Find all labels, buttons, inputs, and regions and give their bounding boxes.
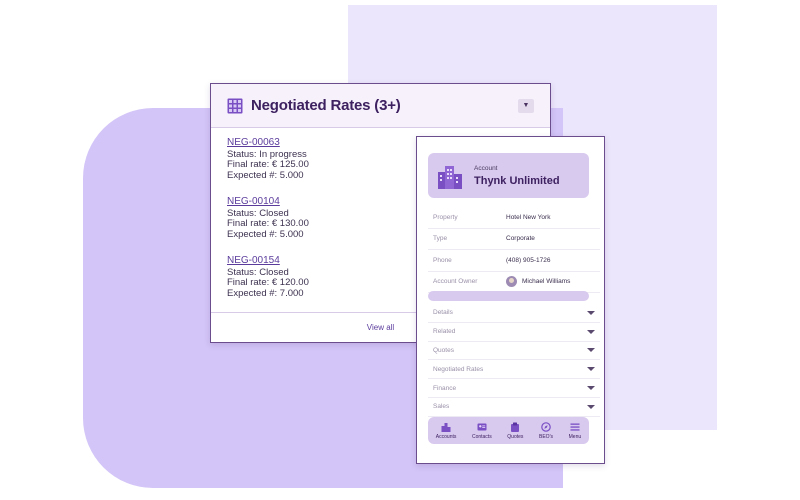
- account-name: Thynk Unlimited: [474, 174, 560, 187]
- chevron-down-icon[interactable]: ▼: [518, 98, 534, 113]
- section-label: Details: [433, 309, 453, 317]
- section-label: Finance: [433, 384, 457, 392]
- rate-link[interactable]: NEG-00104: [227, 196, 280, 208]
- account-sections: Details Related Quotes Negotiated Rates …: [428, 304, 600, 417]
- field-account-owner: Account Owner Michael Williams: [428, 272, 600, 293]
- field-label: Phone: [433, 256, 452, 264]
- buildings-icon: [436, 162, 464, 190]
- owner-name: Michael Williams: [522, 278, 571, 286]
- nav-accounts[interactable]: Accounts: [435, 422, 457, 440]
- nav-menu[interactable]: Menu: [568, 422, 582, 440]
- account-fields: Property Hotel New York Type Corporate P…: [428, 207, 600, 293]
- hamburger-menu-icon: [570, 423, 580, 431]
- nav-label: Contacts: [471, 433, 492, 440]
- buildings-icon: [441, 422, 451, 432]
- section-finance[interactable]: Finance: [428, 379, 600, 398]
- field-value[interactable]: (408) 905-1726: [506, 257, 550, 264]
- caret-down-icon: [587, 404, 595, 409]
- rates-header: Negotiated Rates (3+) ▼: [211, 84, 550, 128]
- rate-link[interactable]: NEG-00154: [227, 255, 280, 267]
- quotes-icon: [511, 422, 520, 432]
- caret-down-icon: [587, 310, 595, 315]
- nav-contacts[interactable]: Contacts: [472, 422, 492, 440]
- field-label: Type: [433, 235, 448, 243]
- nav-label: Accounts: [435, 433, 457, 440]
- section-label: Sales: [433, 403, 450, 411]
- compass-icon: [541, 421, 551, 432]
- field-type: Type Corporate: [428, 229, 600, 250]
- field-label: Account Owner: [433, 278, 478, 286]
- section-label: Quotes: [433, 346, 454, 354]
- field-value: Corporate: [506, 235, 535, 243]
- section-sales[interactable]: Sales: [428, 398, 600, 417]
- nav-quotes[interactable]: Quotes: [507, 422, 523, 440]
- section-label: Related: [433, 328, 456, 336]
- nav-label: Menu: [568, 433, 582, 440]
- field-phone: Phone (408) 905-1726: [428, 250, 600, 272]
- rate-link[interactable]: NEG-00063: [227, 137, 280, 149]
- account-divider-bar: [428, 291, 589, 301]
- calendar-grid-icon: [227, 98, 243, 114]
- field-value: Hotel New York: [506, 213, 551, 221]
- nav-label: Quotes: [507, 433, 524, 440]
- nav-beos[interactable]: BEO's: [539, 421, 554, 440]
- account-label: Account: [474, 164, 498, 172]
- bottom-nav: Accounts Contacts Quotes BEO's Menu: [428, 417, 589, 444]
- avatar: [506, 276, 517, 288]
- caret-down-icon: [587, 348, 595, 353]
- account-card: Account Thynk Unlimited Property Hotel N…: [416, 136, 605, 464]
- nav-label: BEO's: [539, 433, 554, 440]
- section-related[interactable]: Related: [428, 323, 600, 342]
- contact-card-icon: [477, 423, 487, 430]
- owner-value[interactable]: Michael Williams: [506, 276, 571, 288]
- view-all-link[interactable]: View all: [367, 323, 394, 332]
- caret-down-icon: [587, 386, 595, 391]
- account-header: Account Thynk Unlimited: [428, 153, 589, 198]
- caret-down-icon: [587, 329, 595, 334]
- rates-title: Negotiated Rates (3+): [251, 97, 401, 114]
- field-property: Property Hotel New York: [428, 207, 600, 229]
- section-label: Negotiated Rates: [433, 365, 484, 373]
- section-quotes[interactable]: Quotes: [428, 342, 600, 361]
- section-details[interactable]: Details: [428, 304, 600, 323]
- field-label: Property: [433, 213, 458, 221]
- caret-down-icon: [587, 367, 595, 372]
- section-negotiated-rates[interactable]: Negotiated Rates: [428, 360, 600, 380]
